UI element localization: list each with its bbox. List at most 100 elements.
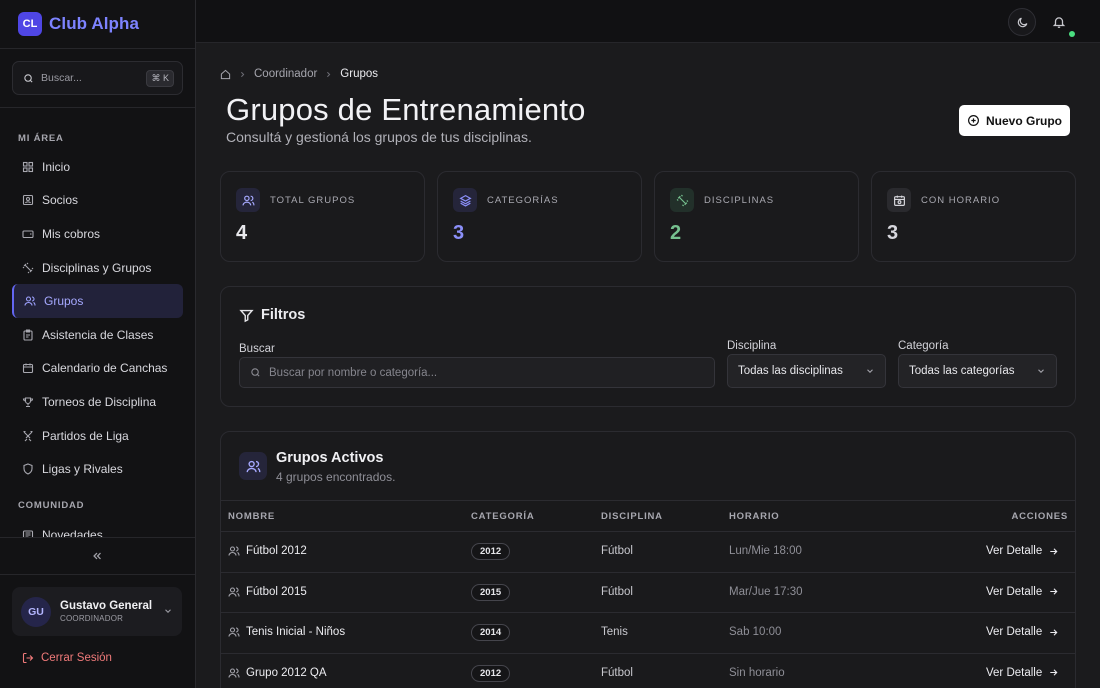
view-detail-label: Ver Detalle xyxy=(986,545,1043,557)
calendar-icon xyxy=(22,362,34,374)
search-icon xyxy=(250,367,261,378)
view-detail-label: Ver Detalle xyxy=(986,585,1043,598)
clipboard-icon xyxy=(22,329,34,341)
sidebar-item-socios[interactable]: Socios xyxy=(12,184,183,218)
arrow-right-icon xyxy=(1048,546,1059,557)
group-name-cell: Tenis Inicial - Niños xyxy=(228,626,345,638)
group-name: Grupo 2012 QA xyxy=(246,666,327,679)
users-icon xyxy=(228,667,240,679)
stat-value: 3 xyxy=(453,222,465,244)
view-detail-link[interactable]: Ver Detalle xyxy=(986,667,1059,679)
breadcrumb-current: Grupos xyxy=(340,68,379,80)
id-card-icon xyxy=(22,194,34,206)
community-nav: Novedades xyxy=(12,518,183,537)
users-icon xyxy=(239,452,267,480)
sidebar-item-torneos[interactable]: Torneos de Disciplina xyxy=(12,385,183,419)
column-header-disciplina: DISCIPLINA xyxy=(601,511,663,522)
filters-title: Filtros xyxy=(239,307,305,323)
users-icon xyxy=(228,626,240,638)
category-label: Categoría xyxy=(898,340,949,352)
sidebar-item-calendario[interactable]: Calendario de Canchas xyxy=(12,352,183,386)
stat-label: CON HORARIO xyxy=(921,195,1001,206)
group-name: Tenis Inicial - Niños xyxy=(246,626,346,638)
discipline-cell: Fútbol xyxy=(601,585,633,598)
sidebar-item-mis-cobros[interactable]: Mis cobros xyxy=(12,217,183,251)
view-detail-label: Ver Detalle xyxy=(986,666,1043,679)
avatar: GU xyxy=(21,596,51,627)
users-icon xyxy=(24,295,36,307)
brand[interactable]: CL Club Alpha xyxy=(18,12,139,36)
filter-icon xyxy=(239,308,254,323)
status-dot xyxy=(1069,31,1075,37)
brand-name: Club Alpha xyxy=(49,14,140,33)
newspaper-icon xyxy=(22,529,34,537)
swords-icon xyxy=(22,430,34,442)
group-name: Fútbol 2012 xyxy=(246,545,307,557)
sidebar-item-label: Torneos de Disciplina xyxy=(42,394,157,409)
theme-toggle-button[interactable] xyxy=(1008,8,1036,36)
divider xyxy=(0,574,195,575)
stat-card-con-horario: CON HORARIO 3 xyxy=(871,171,1076,262)
group-name: Fútbol 2015 xyxy=(246,585,307,598)
schedule-cell: Sin horario xyxy=(729,666,785,679)
sidebar-item-novedades[interactable]: Novedades xyxy=(12,518,183,537)
trophy-icon xyxy=(22,396,34,408)
stat-label: TOTAL GRUPOS xyxy=(270,195,356,206)
sidebar-item-label: Asistencia de Clases xyxy=(42,327,154,342)
stat-card-total-grupos: TOTAL GRUPOS 4 xyxy=(220,171,425,262)
breadcrumb-parent[interactable]: Coordinador xyxy=(254,68,317,80)
discipline-cell: Fútbol xyxy=(601,666,633,679)
divider xyxy=(0,537,195,538)
column-header-categoria: CATEGORÍA xyxy=(471,511,535,522)
groups-title: Grupos Activos xyxy=(276,450,384,466)
search-input-placeholder: Buscar por nombre o categoría... xyxy=(269,366,438,379)
sidebar: CL Club Alpha Buscar... ⌘ K MI ÁREA Inic… xyxy=(0,0,196,688)
view-detail-label: Ver Detalle xyxy=(986,626,1043,638)
view-detail-link[interactable]: Ver Detalle xyxy=(986,626,1059,638)
sidebar-search[interactable]: Buscar... ⌘ K xyxy=(12,61,183,95)
view-detail-link[interactable]: Ver Detalle xyxy=(986,545,1059,557)
sidebar-item-inicio[interactable]: Inicio xyxy=(12,150,183,184)
new-group-button[interactable]: Nuevo Grupo xyxy=(959,105,1070,136)
sidebar-item-label: Ligas y Rivales xyxy=(42,462,123,477)
grid-icon xyxy=(22,161,34,173)
table-row[interactable]: Fútbol 2012 2012 Fútbol Lun/Mie 18:00 Ve… xyxy=(221,532,1075,573)
chevron-down-icon xyxy=(1036,366,1046,376)
wallet-icon xyxy=(22,228,34,240)
logout-icon xyxy=(22,652,34,664)
groups-subtitle: 4 grupos encontrados. xyxy=(276,470,396,484)
table-row[interactable]: Grupo 2012 QA 2012 Fútbol Sin horario Ve… xyxy=(221,654,1075,688)
stat-card-categorias: CATEGORÍAS 3 xyxy=(437,171,642,262)
category-badge: 2015 xyxy=(471,583,511,601)
user-card[interactable]: GU Gustavo General COORDINADOR xyxy=(12,587,182,636)
group-name-cell: Fútbol 2015 xyxy=(228,586,307,598)
table-row[interactable]: Fútbol 2015 2015 Fútbol Mar/Jue 17:30 Ve… xyxy=(221,573,1075,613)
sidebar-item-ligas[interactable]: Ligas y Rivales xyxy=(12,452,183,486)
sidebar-item-grupos[interactable]: Grupos xyxy=(12,284,183,318)
home-icon[interactable] xyxy=(220,69,231,80)
schedule-cell: Sab 10:00 xyxy=(729,626,782,638)
users-icon xyxy=(228,586,240,598)
sidebar-item-label: Calendario de Canchas xyxy=(42,361,168,376)
search-input[interactable]: Buscar por nombre o categoría... xyxy=(239,357,715,388)
category-select[interactable]: Todas las categorías xyxy=(898,354,1057,388)
table-row[interactable]: Tenis Inicial - Niños 2014 Tenis Sab 10:… xyxy=(221,613,1075,654)
sidebar-item-asistencia[interactable]: Asistencia de Clases xyxy=(12,318,183,352)
view-detail-link[interactable]: Ver Detalle xyxy=(986,586,1059,598)
users-icon xyxy=(236,188,260,212)
sidebar-item-label: Partidos de Liga xyxy=(42,428,129,443)
sidebar-item-disciplinas[interactable]: Disciplinas y Grupos xyxy=(12,251,183,285)
sidebar-item-partidos[interactable]: Partidos de Liga xyxy=(12,419,183,453)
section-title-mi-area: MI ÁREA xyxy=(18,133,64,144)
discipline-select[interactable]: Todas las disciplinas xyxy=(727,354,886,388)
section-title-comunidad: COMUNIDAD xyxy=(18,500,85,511)
collapse-sidebar-icon[interactable] xyxy=(90,549,104,563)
column-header-acciones: ACCIONES xyxy=(1011,511,1068,522)
logout-button[interactable]: Cerrar Sesión xyxy=(22,652,112,664)
calendar-clock-icon xyxy=(887,188,911,212)
plus-circle-icon xyxy=(967,114,980,127)
chevron-right-icon xyxy=(324,70,333,79)
stat-card-disciplinas: DISCIPLINAS 2 xyxy=(654,171,859,262)
discipline-label: Disciplina xyxy=(727,340,777,352)
stat-value: 3 xyxy=(887,222,899,244)
